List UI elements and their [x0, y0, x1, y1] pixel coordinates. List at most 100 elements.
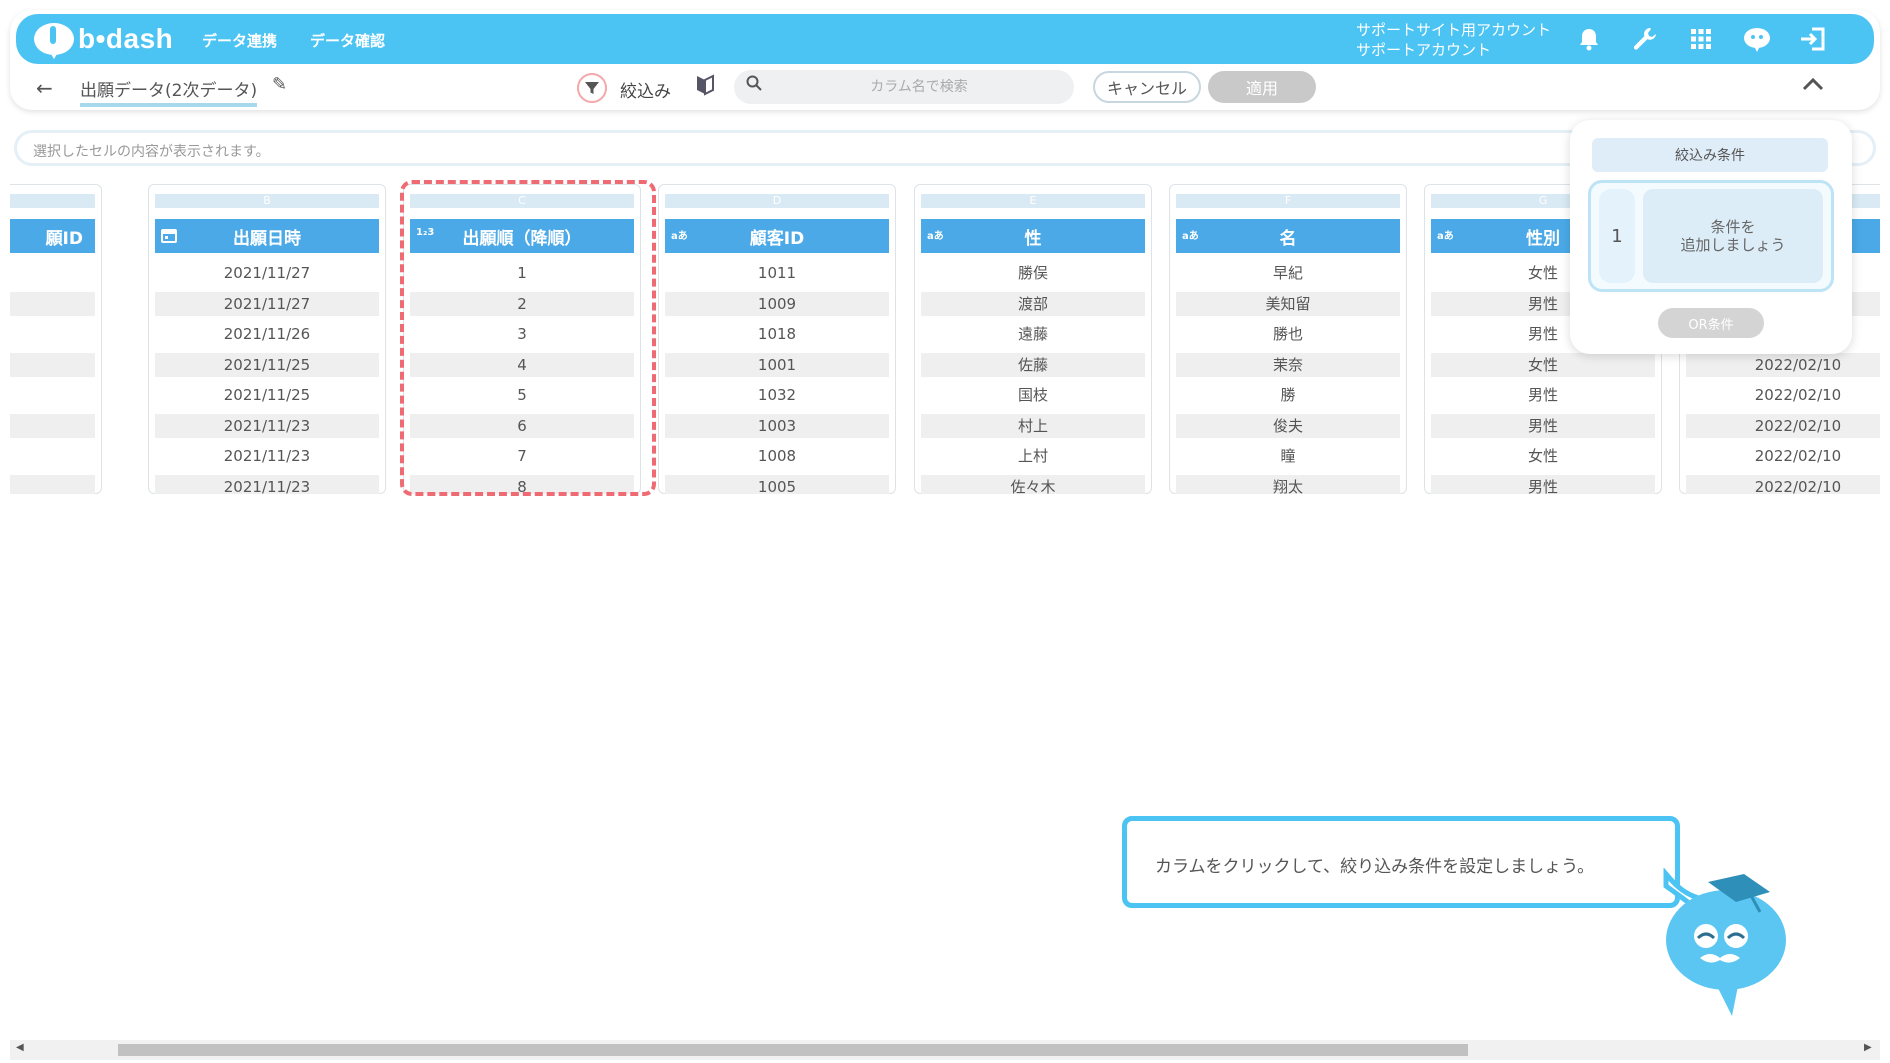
table-cell[interactable]: 2021/11/25	[155, 352, 379, 377]
table-cell[interactable]: 勝俣	[921, 261, 1145, 285]
grid-column[interactable]: Faあ 名早紀 美知留 勝也 茉奈勝俊夫瞳翔太	[1169, 184, 1407, 494]
grid-column[interactable]: Daあ 顧客ID 1011 1009 1018 1001 1032 1003 1008 1005	[658, 184, 896, 494]
filter-icon[interactable]	[577, 73, 607, 103]
column-type-icon: aあ	[671, 231, 688, 242]
table-cell[interactable]: 4	[410, 352, 634, 377]
column-header[interactable]: aあ 性	[921, 219, 1145, 253]
table-cell[interactable]: 1008	[665, 444, 889, 468]
column-search[interactable]	[734, 70, 1074, 104]
table-cell[interactable]: 5	[410, 383, 634, 407]
table-cell[interactable]: 1011	[665, 261, 889, 285]
column-letter: A	[10, 194, 95, 208]
table-cell[interactable]: 1005	[665, 474, 889, 494]
search-icon	[746, 75, 762, 96]
table-cell[interactable]: 女性	[1431, 444, 1655, 468]
table-cell[interactable]: 1	[410, 261, 634, 285]
column-header[interactable]: 願ID	[10, 219, 95, 253]
scroll-left-icon[interactable]: ◀	[16, 1042, 24, 1053]
table-cell[interactable]: 早紀	[1176, 261, 1400, 285]
table-cell[interactable]: 3	[410, 322, 634, 346]
table-cell[interactable]: 美知留	[1176, 291, 1400, 316]
nav-data-link[interactable]: データ連携	[202, 30, 277, 51]
column-header[interactable]: 1₂3 出願順（降順）	[410, 219, 634, 253]
or-condition-button[interactable]: OR条件	[1658, 308, 1764, 338]
table-cell[interactable]: 翔太	[1176, 474, 1400, 494]
table-cell[interactable]: 男性	[1431, 383, 1655, 407]
table-cell[interactable]: 2021/11/27	[155, 261, 379, 285]
grid-column[interactable]: Eaあ 性勝俣 渡部 遠藤 佐藤 国枝 村上 上村 佐々木	[914, 184, 1152, 494]
table-cell[interactable]: 瞳	[1176, 444, 1400, 468]
wrench-icon[interactable]	[1630, 24, 1660, 54]
scroll-right-icon[interactable]: ▶	[1864, 1042, 1872, 1053]
dataset-title[interactable]: 出願データ(2次データ)	[80, 76, 258, 107]
table-cell[interactable]: 俊夫	[1176, 413, 1400, 438]
search-input[interactable]	[774, 76, 1064, 98]
table-cell[interactable]: 1018	[665, 322, 889, 346]
table-cell[interactable]: 渡部	[921, 291, 1145, 316]
logo-bubble-icon	[34, 23, 74, 59]
table-cell[interactable]: 2022/02/10	[1686, 444, 1880, 468]
table-cell[interactable]: 2022/02/10	[1686, 413, 1880, 438]
table-cell[interactable]: 2	[410, 291, 634, 316]
beginner-mark-icon[interactable]	[696, 74, 714, 101]
table-cell[interactable]: 0009	[10, 383, 95, 407]
table-cell[interactable]: 2021/11/23	[155, 444, 379, 468]
mascot-help-icon[interactable]	[1742, 24, 1772, 54]
table-cell[interactable]: 佐藤	[921, 352, 1145, 377]
column-header[interactable]: aあ 顧客ID	[665, 219, 889, 253]
grid-column[interactable]: B 出願日時 2021/11/27 2021/11/27 2021/11/26 2021/…	[148, 184, 386, 494]
table-cell[interactable]: 勝也	[1176, 322, 1400, 346]
table-cell[interactable]: 0011	[10, 261, 95, 285]
horizontal-scrollbar[interactable]: ◀ ▶	[10, 1040, 1880, 1060]
logout-icon[interactable]	[1798, 24, 1828, 54]
table-cell[interactable]: 0006	[10, 444, 95, 468]
table-cell[interactable]: 0005	[10, 413, 95, 438]
apply-button[interactable]: 適用	[1208, 71, 1316, 103]
edit-pencil-icon[interactable]: ✎	[272, 74, 287, 95]
table-cell[interactable]: 勝	[1176, 383, 1400, 407]
table-cell[interactable]: 1009	[665, 291, 889, 316]
bell-icon[interactable]	[1574, 24, 1604, 54]
grid-column[interactable]: A 願ID 0011 0012 0010 0008 0009 0005 0006 0007	[10, 184, 102, 494]
apps-grid-icon[interactable]	[1686, 24, 1716, 54]
scrollbar-thumb[interactable]	[118, 1044, 1468, 1056]
table-cell[interactable]: 佐々木	[921, 474, 1145, 494]
grid-column[interactable]: C 1₂3 出願順（降順） 1 2 3 4 5 6 7 8	[403, 184, 641, 494]
table-cell[interactable]: 0007	[10, 474, 95, 494]
table-cell[interactable]: 2021/11/26	[155, 322, 379, 346]
table-cell[interactable]: 茉奈	[1176, 352, 1400, 377]
table-cell[interactable]: 2021/11/27	[155, 291, 379, 316]
column-header[interactable]: aあ 名	[1176, 219, 1400, 253]
table-cell[interactable]: 0012	[10, 291, 95, 316]
table-cell[interactable]: 1001	[665, 352, 889, 377]
table-cell[interactable]: 6	[410, 413, 634, 438]
cancel-button[interactable]: キャンセル	[1093, 71, 1201, 103]
table-cell[interactable]: 女性	[1431, 352, 1655, 377]
column-header[interactable]: 出願日時	[155, 219, 379, 253]
bdash-logo[interactable]: b•dash	[34, 20, 173, 59]
table-cell[interactable]: 上村	[921, 444, 1145, 468]
table-cell[interactable]: 2022/02/10	[1686, 352, 1880, 377]
table-cell[interactable]: 0008	[10, 352, 95, 377]
back-arrow-icon[interactable]: ←	[36, 76, 53, 100]
table-cell[interactable]: 1003	[665, 413, 889, 438]
chevron-up-icon[interactable]	[1802, 72, 1824, 97]
table-cell[interactable]: 0010	[10, 322, 95, 346]
table-cell[interactable]: 8	[410, 474, 634, 494]
table-cell[interactable]: 2022/02/10	[1686, 474, 1880, 494]
table-cell[interactable]: 男性	[1431, 474, 1655, 494]
table-cell[interactable]: 2021/11/23	[155, 474, 379, 494]
guide-tooltip: カラムをクリックして、絞り込み条件を設定しましょう。	[1122, 816, 1680, 908]
nav-data-check[interactable]: データ確認	[310, 30, 385, 51]
table-cell[interactable]: 2021/11/25	[155, 383, 379, 407]
add-condition-dropzone[interactable]: 条件を 追加しましょう	[1643, 189, 1823, 283]
table-cell[interactable]: 遠藤	[921, 322, 1145, 346]
account-info[interactable]: サポートサイト用アカウント サポートアカウント	[1356, 20, 1551, 60]
table-cell[interactable]: 男性	[1431, 413, 1655, 438]
table-cell[interactable]: 2021/11/23	[155, 413, 379, 438]
table-cell[interactable]: 2022/02/10	[1686, 383, 1880, 407]
table-cell[interactable]: 村上	[921, 413, 1145, 438]
table-cell[interactable]: 1032	[665, 383, 889, 407]
table-cell[interactable]: 7	[410, 444, 634, 468]
table-cell[interactable]: 国枝	[921, 383, 1145, 407]
